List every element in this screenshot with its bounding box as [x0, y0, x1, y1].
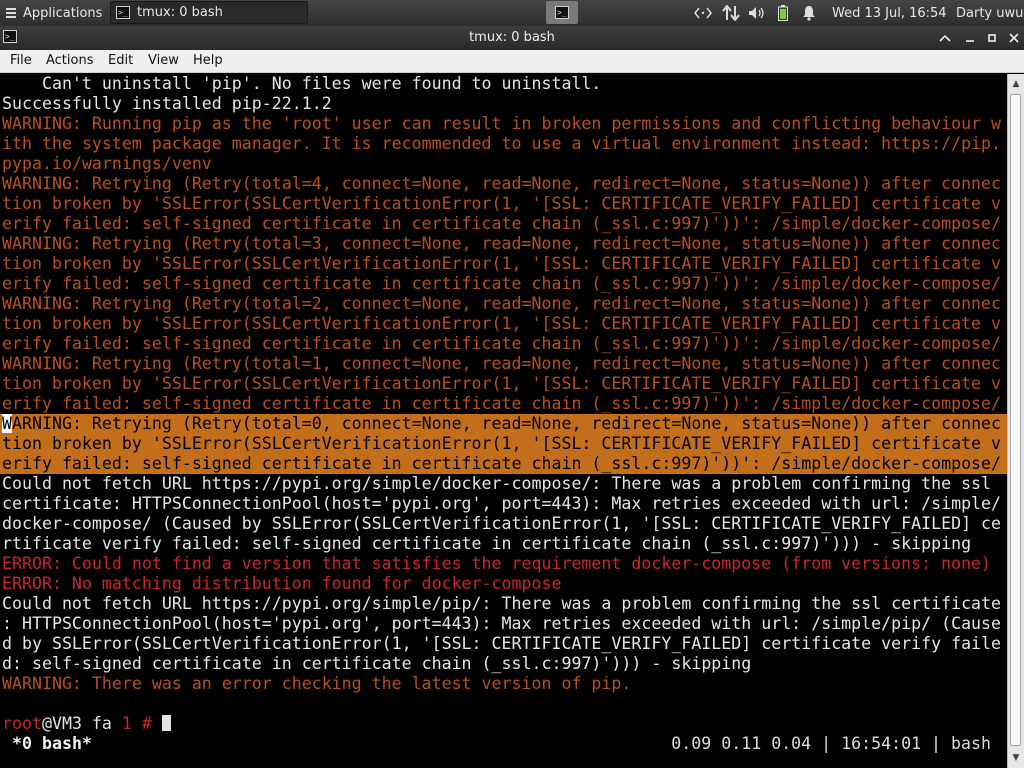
battery-icon[interactable]	[778, 0, 788, 26]
tmux-window-list[interactable]: *0 bash*	[12, 734, 92, 754]
user-name[interactable]: Darty uwu	[956, 0, 1023, 26]
terminal-line: pypa.io/warnings/venv	[2, 154, 212, 173]
tmux-status-bar: *0 bash* 0.09 0.11 0.04 | 16:54:01 | bas…	[0, 734, 1007, 756]
terminal-scrollbar[interactable]: ▲ ▼	[1007, 74, 1024, 768]
scrollbar-thumb[interactable]	[1010, 94, 1021, 746]
bell-icon[interactable]	[802, 0, 816, 26]
terminal-line: ERROR: No matching distribution found fo…	[2, 574, 562, 593]
close-button[interactable]	[1005, 29, 1023, 47]
clock[interactable]: Wed 13 Jul, 16:54	[832, 0, 947, 26]
terminal-line: WARNING: Retrying (Retry(total=4, connec…	[2, 174, 1002, 193]
scroll-up-arrow-icon[interactable]: ▲	[1008, 76, 1024, 92]
terminal-line: ERROR: Could not find a version that sat…	[2, 554, 992, 573]
prompt-host: @VM3 fa	[41, 714, 122, 733]
applications-label: Applications	[23, 5, 103, 21]
terminal-line: erify failed: self-signed certificate in…	[2, 274, 1002, 293]
scroll-down-arrow-icon[interactable]: ▼	[1008, 750, 1024, 766]
terminal-line: WARNING: Running pip as the 'root' user …	[2, 114, 1002, 133]
terminal-line: WARNING: Retrying (Retry(total=2, connec…	[2, 294, 1002, 313]
menu-help[interactable]: Help	[193, 53, 223, 68]
terminal-output[interactable]: Can't uninstall 'pip'. No files were fou…	[0, 74, 1007, 768]
terminal-line: docker-compose/ (Caused by SSLError(SSLC…	[2, 514, 1002, 533]
terminal-line: erify failed: self-signed certificate in…	[2, 394, 1002, 413]
tmux-status-info: 0.09 0.11 0.04 | 16:54:01 | bash	[671, 734, 991, 753]
terminal-line: ith the system package manager. It is re…	[2, 134, 1002, 153]
terminal-line: Could not fetch URL https://pypi.org/sim…	[2, 594, 1002, 613]
terminal-line-text: ARNING: Retrying (Retry(total=0, connect…	[12, 414, 1002, 433]
terminal-line: rtificate verify failed: self-signed cer…	[2, 534, 972, 553]
terminal-line: tion broken by 'SSLError(SSLCertVerifica…	[2, 374, 1002, 393]
shell-prompt[interactable]: root@VM3 fa 1 #	[2, 714, 171, 734]
terminal-line-selected: erify failed: self-signed certificate in…	[0, 454, 1007, 474]
shade-button[interactable]	[936, 29, 954, 47]
taskbar-window-label: tmux: 0 bash	[137, 5, 223, 20]
minimize-button[interactable]	[961, 29, 979, 47]
terminal-icon: >_	[555, 6, 569, 19]
text-cursor	[161, 715, 171, 731]
maximize-button[interactable]	[983, 29, 1001, 47]
network-icon[interactable]	[694, 0, 712, 26]
terminal-line: certificate: HTTPSConnectionPool(host='p…	[2, 494, 1002, 513]
applications-button[interactable]: Applications	[0, 0, 108, 26]
terminal-line: tion broken by 'SSLError(SSLCertVerifica…	[2, 194, 1002, 213]
terminal-launcher-button[interactable]: >_	[546, 1, 578, 24]
terminal-icon: >_	[116, 6, 130, 19]
terminal-line-selected: tion broken by 'SSLError(SSLCertVerifica…	[0, 434, 1007, 454]
taskbar: Applications >_ tmux: 0 bash >_ Wed 13 J…	[0, 0, 1024, 26]
terminal-line-selected: WARNING: Retrying (Retry(total=0, connec…	[0, 414, 1007, 434]
applications-menu-icon	[4, 6, 18, 20]
prompt-user: root	[2, 714, 42, 733]
menu-view[interactable]: View	[148, 53, 179, 68]
window-title: tmux: 0 bash	[469, 30, 555, 45]
window-titlebar[interactable]: >_ tmux: 0 bash	[0, 26, 1024, 50]
terminal-line: WARNING: Retrying (Retry(total=1, connec…	[2, 354, 1002, 373]
volume-icon[interactable]	[748, 0, 766, 26]
terminal-line: WARNING: Retrying (Retry(total=3, connec…	[2, 234, 1002, 253]
terminal-line: erify failed: self-signed certificate in…	[2, 214, 1002, 233]
terminal-line: tion broken by 'SSLError(SSLCertVerifica…	[2, 314, 1002, 333]
prompt-symbol: #	[131, 714, 162, 733]
terminal-line: Can't uninstall 'pip'. No files were fou…	[2, 74, 602, 93]
network-transfer-icon[interactable]	[722, 0, 740, 26]
taskbar-window-button[interactable]: >_ tmux: 0 bash	[110, 1, 308, 24]
menubar: File Actions Edit View Help	[0, 50, 1024, 73]
terminal-line: erify failed: self-signed certificate in…	[2, 334, 1002, 353]
terminal-line: WARNING: There was an error checking the…	[2, 674, 632, 693]
menu-edit[interactable]: Edit	[108, 53, 133, 68]
terminal-line: d: self-signed certificate in certificat…	[2, 654, 752, 673]
menu-file[interactable]: File	[10, 53, 32, 68]
prompt-number: 1	[121, 714, 132, 733]
terminal-line: : HTTPSConnectionPool(host='pypi.org', p…	[2, 614, 1002, 633]
terminal-line: Could not fetch URL https://pypi.org/sim…	[2, 474, 992, 493]
terminal-line: Successfully installed pip-22.1.2	[2, 94, 332, 113]
terminal-line: d by SSLError(SSLCertVerificationError(1…	[2, 634, 1002, 653]
menu-actions[interactable]: Actions	[46, 53, 94, 68]
selection-start-char: W	[2, 414, 12, 433]
terminal-line: tion broken by 'SSLError(SSLCertVerifica…	[2, 254, 1002, 273]
